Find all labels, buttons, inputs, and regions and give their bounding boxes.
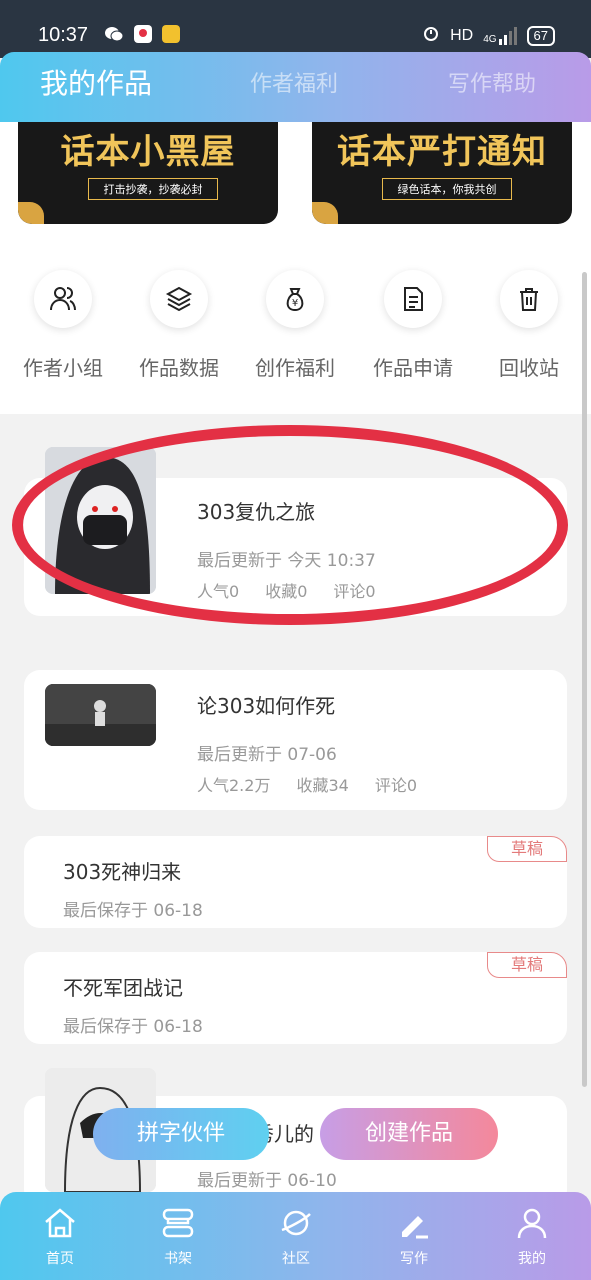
draft-card[interactable]: 草稿 303死神归来 最后保存于 06-18 [24,836,567,928]
nav-label: 我的 [518,1251,546,1267]
action-label: 作品申请 [373,356,453,380]
users-icon [34,270,92,328]
app-notification-icon [134,25,152,43]
layers-icon [150,270,208,328]
action-author-group[interactable]: 作者小组 [8,270,118,381]
nav-home[interactable]: 首页 [20,1206,100,1268]
nav-write[interactable]: 写作 [374,1206,454,1268]
action-label: 创作福利 [255,356,335,380]
nav-profile[interactable]: 我的 [492,1206,572,1268]
nav-label: 书架 [164,1251,192,1267]
banner-decoration [18,202,44,224]
work-saved: 最后保存于 06-18 [63,901,203,921]
action-work-application[interactable]: 作品申请 [358,270,468,381]
action-label: 回收站 [499,356,559,380]
action-label: 作者小组 [23,356,103,380]
work-updated: 最后更新于 06-10 [197,1171,337,1191]
work-updated: 最后更新于 今天 10:37 [197,551,376,571]
scrollbar[interactable] [582,272,587,1087]
tab-writing-help[interactable]: 写作帮助 [448,66,536,98]
nav-label: 首页 [46,1251,74,1267]
status-time: 10:37 [38,24,89,46]
banner-subtitle: 绿色话本，你我共创 [382,178,512,200]
battery-indicator: 67 [526,25,555,46]
work-title: 论303如何作死 [197,694,336,718]
work-title: 303复仇之旅 [197,500,316,524]
work-title: 303死神归来 [63,860,182,884]
nav-community[interactable]: 社区 [256,1206,336,1268]
banner-title: 话本严打通知 [337,132,547,172]
work-cover[interactable] [45,684,156,746]
stat-popularity: 人气2.2万 [197,776,271,795]
signal-icon: 4G [483,26,517,45]
note-app-icon [162,25,180,43]
work-cover[interactable] [45,447,156,594]
bookshelf-icon [162,1208,194,1238]
header-tabs: 我的作品 作者福利 写作帮助 [0,52,591,122]
action-recycle-bin[interactable]: 回收站 [474,270,584,381]
top-section: 话本小黑屋 打击抄袭，抄袭必封 话本严打通知 绿色话本，你我共创 作者小组 作品… [0,122,591,414]
stat-popularity: 人气0 [197,582,240,601]
work-stats: 人气0 收藏0 评论0 [197,578,376,602]
svg-text:¥: ¥ [292,298,298,309]
pen-icon [402,1216,428,1239]
create-work-button[interactable]: 创建作品 [320,1108,498,1160]
banner-crackdown-notice[interactable]: 话本严打通知 绿色话本，你我共创 [312,122,572,224]
banner-subtitle: 打击抄袭，抄袭必封 [88,178,218,200]
wechat-icon [104,25,124,43]
banner-blacklist[interactable]: 话本小黑屋 打击抄袭，抄袭必封 [18,122,278,224]
document-icon [384,270,442,328]
hd-indicator: HD [450,26,474,44]
work-stats: 人气2.2万 收藏34 评论0 [197,772,417,796]
home-icon [45,1208,75,1238]
trash-icon [500,270,558,328]
draft-card[interactable]: 草稿 不死军团战记 最后保存于 06-18 [24,952,567,1044]
stat-favorites: 收藏34 [296,776,349,795]
action-label: 作品数据 [139,356,219,380]
bottom-nav: 首页 书架 社区 写作 我的 [0,1192,591,1280]
planet-icon [281,1210,311,1236]
action-creation-benefits[interactable]: ¥ 创作福利 [240,270,350,381]
nav-label: 写作 [400,1251,428,1267]
tab-author-benefits[interactable]: 作者福利 [250,66,338,98]
status-right: HD 4G 67 [422,24,555,47]
stat-comments: 评论0 [374,776,418,795]
alarm-icon [422,24,440,47]
stat-comments: 评论0 [333,582,376,601]
partner-button[interactable]: 拼字伙伴 [93,1108,269,1160]
profile-icon [517,1208,547,1239]
stat-favorites: 收藏0 [265,582,308,601]
money-bag-icon: ¥ [266,270,324,328]
draft-badge: 草稿 [487,836,567,862]
banner-title: 话本小黑屋 [60,132,236,172]
status-bar: 10:37 HD 4G 67 [0,0,591,58]
action-work-data[interactable]: 作品数据 [124,270,234,381]
signal-label: 4G [483,33,497,45]
work-updated: 最后更新于 07-06 [197,745,337,765]
banner-decoration [312,202,338,224]
draft-badge: 草稿 [487,952,567,978]
tab-my-works[interactable]: 我的作品 [40,62,152,102]
work-saved: 最后保存于 06-18 [63,1017,203,1037]
nav-bookshelf[interactable]: 书架 [138,1206,218,1268]
nav-label: 社区 [282,1251,310,1267]
work-title: 不死军团战记 [63,976,183,1000]
